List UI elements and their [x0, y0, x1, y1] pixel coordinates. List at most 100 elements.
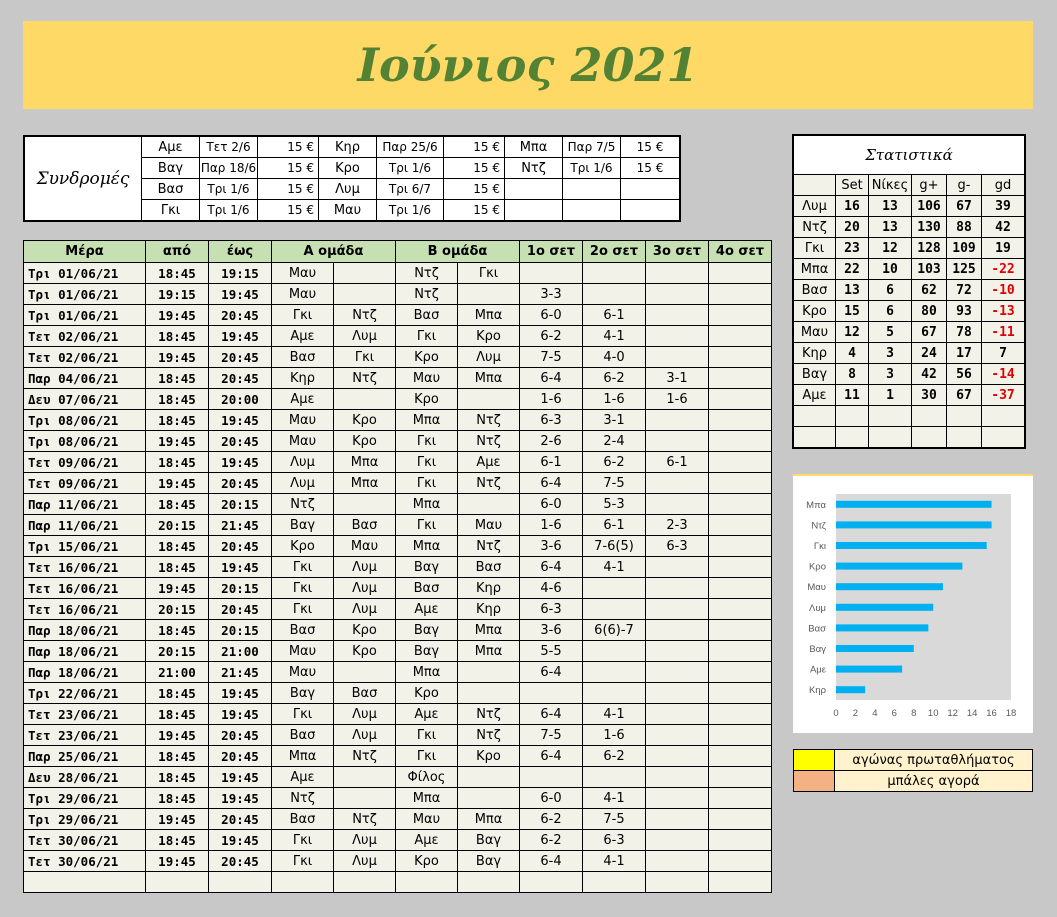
stat-value: -37	[981, 384, 1026, 406]
schedule-cell: Κρο	[333, 409, 396, 431]
subscription-cell: 15 €	[620, 135, 681, 158]
schedule-row: Παρ 25/06/21 18:45 20:45 Μπα Ντζ Γκι Κρο 6-4 6-2	[23, 745, 772, 767]
schedule-row: Τρι 15/06/21 18:45 20:45 Κρο Μαυ Μπα Ντζ 3-6 7-6…	[23, 535, 772, 557]
match-date: Τετ 09/06/21	[23, 472, 146, 494]
stat-value: 20	[835, 216, 869, 238]
schedule-cell: 19:45	[145, 430, 209, 452]
subscription-cell: Κρο	[318, 157, 377, 179]
subscription-cell: Αμε	[141, 135, 200, 158]
schedule-cell	[582, 766, 646, 788]
schedule-cell	[645, 619, 709, 641]
schedule-cell	[208, 871, 272, 893]
schedule-row: Παρ 18/06/21 20:15 21:00 Μαυ Κρο Βαγ Μπα 5-5	[23, 640, 772, 662]
schedule-cell: Λυμ	[333, 703, 396, 725]
schedule-cell	[645, 430, 709, 452]
match-date: Τρι 01/06/21	[23, 283, 146, 305]
schedule-cell: 21:00	[208, 640, 272, 662]
schedule-cell: 18:45	[145, 745, 209, 767]
schedule-cell: 6-4	[519, 472, 583, 494]
bar-chart: Μπα Ντζ Γκι Κρο Μαυ Λυμ Βασ Βαγ Αμε Κηρ 0 2 4 6 8 10 12 1…	[793, 474, 1033, 733]
x-tick-label: 8	[911, 708, 916, 719]
match-date: Τρι 01/06/21	[23, 304, 146, 326]
subscription-cell: Μπα	[504, 135, 563, 158]
stat-value: 12	[868, 237, 912, 259]
schedule-cell	[645, 472, 709, 494]
schedule-cell	[645, 745, 709, 767]
schedule-cell: Μπα	[395, 535, 458, 557]
schedule-row: Τρι 01/06/21 18:45 19:15 Μαυ Ντζ Γκι	[23, 262, 772, 284]
schedule-cell: 19:45	[145, 808, 209, 830]
category-label: Αμε	[810, 665, 827, 676]
match-date: Τετ 09/06/21	[23, 451, 146, 473]
schedule-cell: Ντζ	[395, 283, 458, 305]
subscription-cell: 15 €	[443, 178, 505, 200]
schedule-cell	[708, 535, 772, 557]
schedule-cell: 18:45	[145, 409, 209, 431]
schedule-cell: 20:45	[208, 535, 272, 557]
schedule-cell	[582, 283, 646, 305]
stat-value: 103	[911, 258, 947, 280]
legend-label: μπάλες αγορά	[834, 770, 1033, 792]
schedule-cell: 3-1	[582, 409, 646, 431]
schedule-cell: 5-3	[582, 493, 646, 515]
statistics-row: Αμε 11 1 30 67 -37	[792, 384, 1026, 406]
chart-bar	[836, 645, 914, 652]
schedule-cell: 6-1	[519, 451, 583, 473]
schedule-row: Τετ 23/06/21 18:45 19:45 Γκι Λυμ Αμε Ντζ 6-4 4-1	[23, 703, 772, 725]
schedule-row: Παρ 04/06/21 18:45 20:45 Κηρ Ντζ Μαυ Μπα 6-4 6-2…	[23, 367, 772, 389]
schedule-cell: Κρο	[333, 640, 396, 662]
schedule-cell: 18:45	[145, 493, 209, 515]
schedule-cell: 19:45	[208, 787, 272, 809]
schedule-cell	[708, 367, 772, 389]
schedule-cell: Λυμ	[271, 472, 334, 494]
subscription-cell: Τρι 1/6	[562, 157, 621, 179]
schedule-header: 2ο σετ	[582, 240, 646, 263]
team-name: Αμε	[792, 384, 836, 406]
subscription-cell	[562, 178, 621, 200]
statistics-row: Βασ 13 6 62 72 -10	[792, 279, 1026, 301]
match-date: Τετ 16/06/21	[23, 577, 146, 599]
schedule-cell	[582, 682, 646, 704]
schedule-cell: Γκι	[395, 325, 458, 347]
schedule-cell: 19:45	[208, 283, 272, 305]
schedule-cell	[708, 451, 772, 473]
schedule-cell: 3-6	[519, 619, 583, 641]
schedule-cell: Αμε	[395, 829, 458, 851]
schedule-cell: 3-3	[519, 283, 583, 305]
schedule-cell: 6-2	[582, 367, 646, 389]
schedule-cell: Λυμ	[333, 598, 396, 620]
schedule-cell: Μπα	[395, 409, 458, 431]
schedule-cell: 18:45	[145, 388, 209, 410]
schedule-cell: Γκι	[271, 703, 334, 725]
schedule-cell	[708, 766, 772, 788]
schedule-cell: Γκι	[395, 514, 458, 536]
match-date: Τρι 15/06/21	[23, 535, 146, 557]
schedule-cell	[708, 724, 772, 746]
schedule-cell: 19:45	[208, 766, 272, 788]
subscription-cell: Τρι 1/6	[199, 178, 258, 200]
schedule-cell: 1-6	[519, 388, 583, 410]
schedule-row: Τρι 22/06/21 18:45 19:45 Βαγ Βασ Κρο	[23, 682, 772, 704]
schedule-cell: Μπα	[457, 367, 520, 389]
schedule-cell	[582, 871, 646, 893]
statistics-row: Μαυ 12 5 67 78 -11	[792, 321, 1026, 343]
stat-value	[835, 405, 869, 427]
schedule-cell: 20:45	[208, 304, 272, 326]
match-date: Παρ 11/06/21	[23, 493, 146, 515]
team-name: Κηρ	[792, 342, 836, 364]
team-name	[792, 405, 836, 427]
schedule-cell: Λυμ	[333, 325, 396, 347]
schedule-cell: 18:45	[145, 682, 209, 704]
schedule-cell: 20:45	[208, 430, 272, 452]
subscription-cell: Τρι 1/6	[376, 199, 444, 222]
schedule-cell: 18:45	[145, 556, 209, 578]
schedule-header: έως	[208, 240, 272, 263]
team-name: Λυμ	[792, 195, 836, 217]
schedule-cell: 20:45	[208, 724, 272, 746]
schedule-cell: 20:45	[208, 346, 272, 368]
schedule-row: Δευ 07/06/21 18:45 20:00 Αμε Κρο 1-6 1-6 1-6	[23, 388, 772, 410]
schedule-cell: Κρο	[457, 745, 520, 767]
schedule-cell: Γκι	[395, 472, 458, 494]
schedule-row: Τρι 01/06/21 19:45 20:45 Γκι Ντζ Βασ Μπα 6-0 6-1	[23, 304, 772, 326]
schedule-cell: Αμε	[395, 703, 458, 725]
